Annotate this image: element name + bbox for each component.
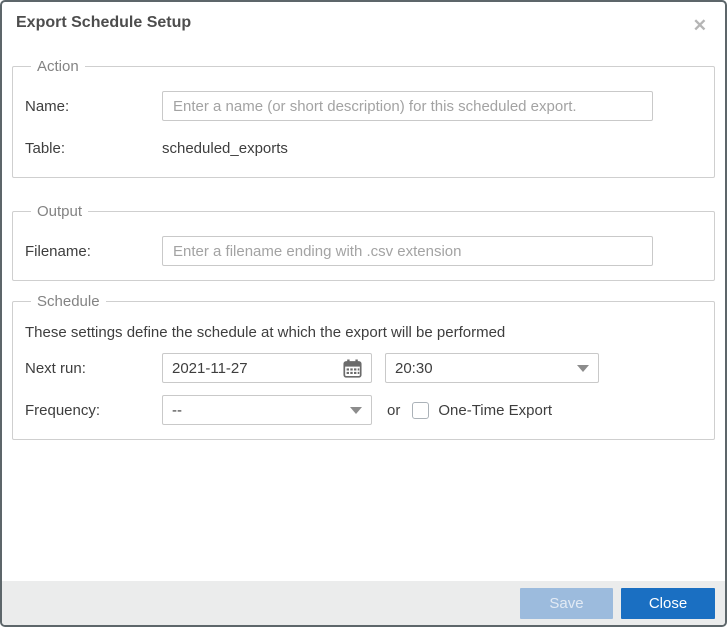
table-value: scheduled_exports — [162, 139, 288, 157]
frequency-label: Frequency: — [25, 401, 101, 419]
frequency-select[interactable]: -- — [162, 395, 372, 425]
save-button[interactable]: Save — [520, 587, 613, 619]
filename-label: Filename: — [25, 242, 91, 260]
schedule-section: Schedule These settings define the sched… — [12, 293, 715, 440]
table-label: Table: — [25, 139, 66, 157]
dialog-content: Action Name: Table: scheduled_exports Ou… — [2, 58, 725, 440]
filename-input[interactable] — [162, 236, 653, 266]
export-schedule-setup-dialog: Export Schedule Setup ✕ Action Name: Tab… — [0, 0, 727, 627]
schedule-description: These settings define the schedule at wh… — [25, 324, 506, 341]
next-run-row: Next run: 2021-11-27 20:30 — [25, 353, 702, 383]
action-section-legend: Action — [37, 58, 79, 75]
schedule-section-legend: Schedule — [37, 293, 100, 310]
next-run-label: Next run: — [25, 359, 86, 377]
action-section: Action Name: Table: scheduled_exports — [12, 58, 715, 178]
dialog-footer: Save Close — [2, 581, 725, 625]
dialog-header: Export Schedule Setup ✕ — [2, 2, 725, 34]
next-run-time-value: 20:30 — [395, 359, 433, 377]
dialog-title: Export Schedule Setup — [16, 14, 192, 31]
name-input[interactable] — [162, 91, 653, 121]
name-label: Name: — [25, 97, 70, 115]
frequency-row: Frequency: -- or One-Time Export — [25, 395, 702, 425]
close-button[interactable]: Close — [621, 587, 715, 619]
name-row: Name: — [25, 91, 702, 121]
one-time-export-label: One-Time Export — [438, 401, 552, 419]
filename-row: Filename: — [25, 236, 702, 266]
frequency-value: -- — [172, 401, 182, 419]
chevron-down-icon — [577, 364, 589, 372]
one-time-export-checkbox[interactable] — [412, 401, 430, 419]
next-run-date-value: 2021-11-27 — [172, 359, 248, 377]
output-section: Output Filename: — [12, 203, 715, 281]
close-icon[interactable]: ✕ — [693, 17, 707, 34]
next-run-date-input[interactable]: 2021-11-27 — [162, 353, 372, 383]
chevron-down-icon — [350, 406, 362, 414]
calendar-icon[interactable] — [343, 359, 362, 378]
next-run-time-select[interactable]: 20:30 — [385, 353, 599, 383]
or-label: or — [387, 401, 401, 419]
output-section-legend: Output — [37, 203, 83, 220]
table-row: Table: scheduled_exports — [25, 133, 702, 163]
